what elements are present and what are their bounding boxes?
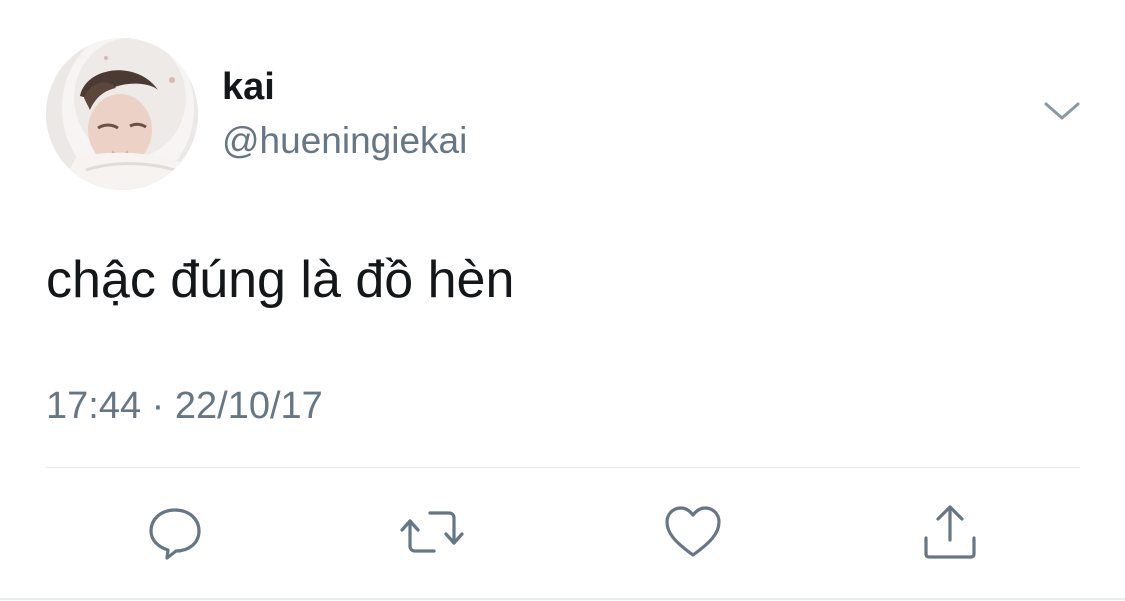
bottom-divider bbox=[0, 598, 1125, 600]
retweet-button[interactable] bbox=[400, 500, 464, 564]
share-upload-icon bbox=[924, 505, 976, 559]
share-button[interactable] bbox=[918, 500, 982, 564]
tweet-time: 17:44 bbox=[46, 385, 142, 427]
chevron-down-icon[interactable] bbox=[1040, 96, 1084, 126]
profile-photo bbox=[46, 38, 198, 190]
user-handle[interactable]: @hueningiekai bbox=[222, 118, 467, 164]
tweet-timestamp[interactable]: 17:44 · 22/10/17 bbox=[46, 383, 323, 429]
retweet-arrows-icon bbox=[400, 511, 464, 553]
speech-bubble-icon bbox=[149, 508, 201, 560]
tweet-text: chậc đúng là đồ hèn bbox=[46, 251, 515, 309]
heart-icon bbox=[665, 506, 721, 557]
display-name[interactable]: kai bbox=[222, 64, 275, 110]
avatar[interactable] bbox=[46, 38, 198, 190]
reply-button[interactable] bbox=[143, 500, 207, 564]
divider bbox=[46, 467, 1080, 468]
like-button[interactable] bbox=[661, 500, 725, 564]
timestamp-separator: · bbox=[151, 385, 165, 427]
tweet-date: 22/10/17 bbox=[174, 385, 323, 427]
